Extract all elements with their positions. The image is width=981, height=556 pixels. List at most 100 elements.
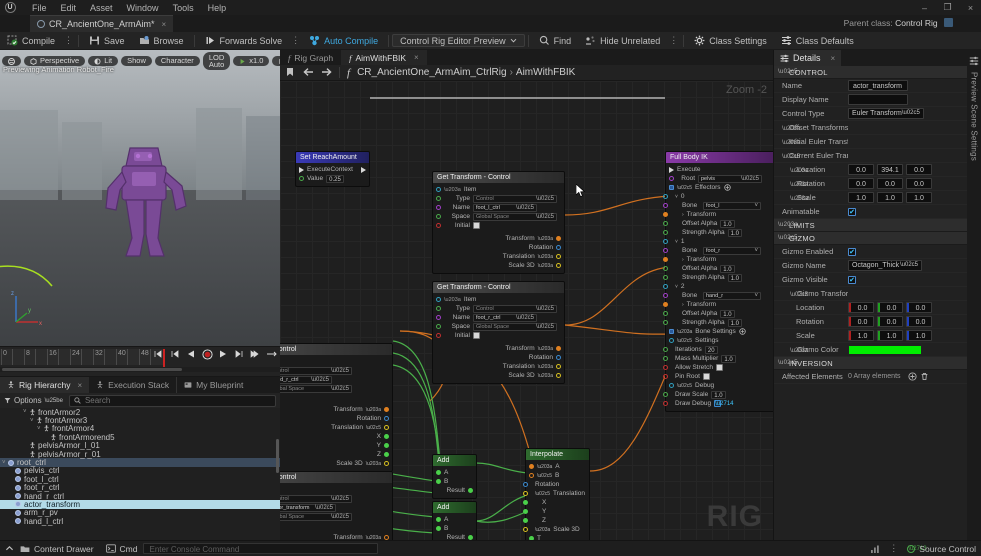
gizmo-location-y[interactable]: 0.0: [877, 302, 903, 313]
effector-offset-alpha-row[interactable]: Offset Alpha 1.0: [663, 309, 773, 318]
loop-icon[interactable]: [266, 349, 277, 359]
gizmo-scale-x[interactable]: 1.0: [848, 330, 874, 341]
y-out-pin[interactable]: [384, 443, 389, 449]
type-select[interactable]: Control\u02c5: [280, 366, 352, 375]
pin-row-result[interactable]: Result: [433, 486, 476, 495]
delete-element-icon[interactable]: [920, 372, 929, 381]
effector-pin[interactable]: [663, 284, 668, 290]
viewport-select-tool-button[interactable]: [272, 56, 280, 66]
z-out-pin[interactable]: [384, 452, 389, 458]
exec-in-pin[interactable]: [299, 166, 304, 173]
pin-row-initial[interactable]: Initial: [433, 221, 564, 230]
browse-button[interactable]: Browse: [132, 32, 191, 50]
effector-transform-row[interactable]: › Transform: [663, 300, 773, 309]
pin-row-translation[interactable]: \u02c5 Translation: [523, 489, 589, 498]
menu-file[interactable]: File: [32, 3, 47, 13]
pin-row-initial[interactable]: al: [280, 393, 392, 402]
bone-select[interactable]: foot_r ˅: [703, 246, 761, 255]
draw-debug-pin[interactable]: [663, 401, 668, 407]
record-icon[interactable]: [202, 349, 213, 360]
bone-select[interactable]: foot_l ˅: [703, 201, 761, 210]
tab-rig-hierarchy-close-icon[interactable]: ×: [78, 381, 83, 390]
pin-row-allow-stretch[interactable]: Allow Stretch: [663, 363, 773, 372]
out-row-transform[interactable]: Transform \u203a: [433, 344, 564, 353]
transform-out-pin[interactable]: [384, 535, 389, 540]
out-row-translation[interactable]: Translation \u203a: [433, 252, 564, 261]
offset-alpha-pin[interactable]: [663, 266, 668, 272]
gizmo-name-select[interactable]: Octagon_Thick \u02c5: [848, 260, 922, 271]
pin-row-name[interactable]: ame actor_transform\u02c5: [280, 503, 392, 512]
menu-edit[interactable]: Edit: [61, 3, 77, 13]
pin-row-y[interactable]: Y: [523, 507, 589, 516]
viewport-lod-button[interactable]: LOD Auto: [202, 52, 231, 70]
bone-pin[interactable]: [663, 248, 668, 254]
console-command-input[interactable]: Enter Console Command: [143, 543, 379, 554]
pin-row-pin-root[interactable]: Pin Root: [663, 372, 773, 381]
effector-index-row[interactable]: ˅ 1: [663, 237, 773, 246]
pin-row-bone-settings[interactable]: \u203a Bone Settings: [666, 327, 773, 336]
preview-mode-select[interactable]: Control Rig Editor Preview: [392, 34, 525, 47]
out-row-scale[interactable]: Scale 3D \u203a: [433, 261, 564, 270]
tab-execution-stack[interactable]: Execution Stack: [89, 377, 176, 393]
pin-row-type[interactable]: ype Control\u02c5: [280, 366, 392, 375]
tab-aim-with-fbik[interactable]: f AimWithFBIK ×: [341, 50, 427, 65]
graph-canvas[interactable]: RIG Set ReachAmount ExecuteContext Value…: [280, 81, 773, 540]
display-name-field[interactable]: [848, 94, 908, 105]
pin-row-mass[interactable]: Mass Multiplier 1.0: [663, 354, 773, 363]
pin-row-space[interactable]: ce Global Space\u02c5: [280, 512, 392, 521]
pin-row-a[interactable]: A: [433, 515, 476, 524]
space-pin[interactable]: [436, 214, 441, 220]
pin-row-effectors[interactable]: \u02c5 Effectors: [666, 183, 773, 192]
stats-icon[interactable]: [870, 544, 880, 554]
scale-out-pin[interactable]: [556, 263, 561, 269]
rotation-x[interactable]: 0.0: [848, 178, 874, 189]
name-select[interactable]: foot_r_ctrl \u02c5: [473, 313, 537, 322]
effector-strength-alpha-row[interactable]: Strength Alpha 1.0: [663, 318, 773, 327]
menu-help[interactable]: Help: [208, 3, 227, 13]
forwards-solve-button[interactable]: Forwards Solve: [198, 32, 290, 50]
hierarchy-tree[interactable]: ˅ frontArmor2 ˅ frontArmor3 ˅ frontArmor4 fron…: [0, 408, 280, 526]
location-y[interactable]: 394.1: [877, 164, 903, 175]
control-type-select[interactable]: Euler Transform \u02c5: [848, 108, 924, 119]
compile-button[interactable]: Compile: [0, 32, 62, 50]
playback-controls[interactable]: [154, 349, 277, 360]
add-bone-setting-icon[interactable]: [739, 328, 746, 336]
mass-input[interactable]: 1.0: [721, 354, 736, 363]
hierarchy-search-input[interactable]: [84, 396, 271, 405]
hierarchy-row[interactable]: ˅ frontArmor2: [0, 408, 280, 417]
location-x[interactable]: 0.0: [848, 164, 874, 175]
out-row-rotation[interactable]: Rotation: [433, 353, 564, 362]
out-row-translation[interactable]: Translation \u02c5: [280, 423, 392, 432]
effector-pin[interactable]: [663, 239, 668, 245]
name-select[interactable]: foot_l_ctrl \u02c5: [473, 203, 537, 212]
transform-pin[interactable]: [663, 212, 668, 218]
initial-pin[interactable]: [436, 223, 441, 229]
pin-row-item[interactable]: m: [280, 357, 392, 366]
effector-offset-alpha-row[interactable]: Offset Alpha 1.0: [663, 219, 773, 228]
breadcrumb-root[interactable]: CR_AncientOne_ArmAim_CtrlRig: [357, 67, 507, 78]
node-get-transform-hand-r[interactable]: sform - Control m ype Control\u02c5 ame …: [280, 343, 393, 473]
exec-out-pin[interactable]: [361, 166, 366, 173]
exec-in-pin[interactable]: [669, 166, 674, 173]
preview-scene-settings-label[interactable]: Preview Scene Settings: [970, 72, 979, 161]
initial-checkbox[interactable]: [473, 332, 480, 340]
menu-window[interactable]: Window: [127, 3, 159, 13]
scale-out-pin[interactable]: [556, 373, 561, 379]
effector-bone-row[interactable]: Bone hand_r ˅: [663, 291, 773, 300]
allow-stretch-pin[interactable]: [663, 365, 668, 371]
pin-root-pin[interactable]: [663, 374, 668, 380]
out-row-rotation[interactable]: Rotation: [433, 243, 564, 252]
node-full-body-ik[interactable]: Full Body IK Execute Root pelvis \u02c5 \…: [663, 151, 773, 413]
effector-index-row[interactable]: ˅ 0: [663, 192, 773, 201]
tab-rig-hierarchy[interactable]: Rig Hierarchy ×: [0, 377, 90, 393]
pin-row-space[interactable]: ce Global Space\u02c5: [280, 384, 392, 393]
space-select[interactable]: Global Space\u02c5: [280, 512, 352, 521]
node-interpolate[interactable]: Interpolate \u203a A \u02c5 B Rotation \…: [523, 448, 590, 540]
parent-class-value[interactable]: Control Rig: [895, 18, 938, 28]
play-reverse-icon[interactable]: [186, 349, 196, 359]
type-select[interactable]: Control\u02c5: [280, 494, 352, 503]
save-button[interactable]: Save: [82, 32, 132, 50]
pin-row-result[interactable]: Result: [433, 533, 476, 540]
translation-out-pin[interactable]: [556, 364, 561, 370]
gizmo-location-z[interactable]: 0.0: [906, 302, 932, 313]
